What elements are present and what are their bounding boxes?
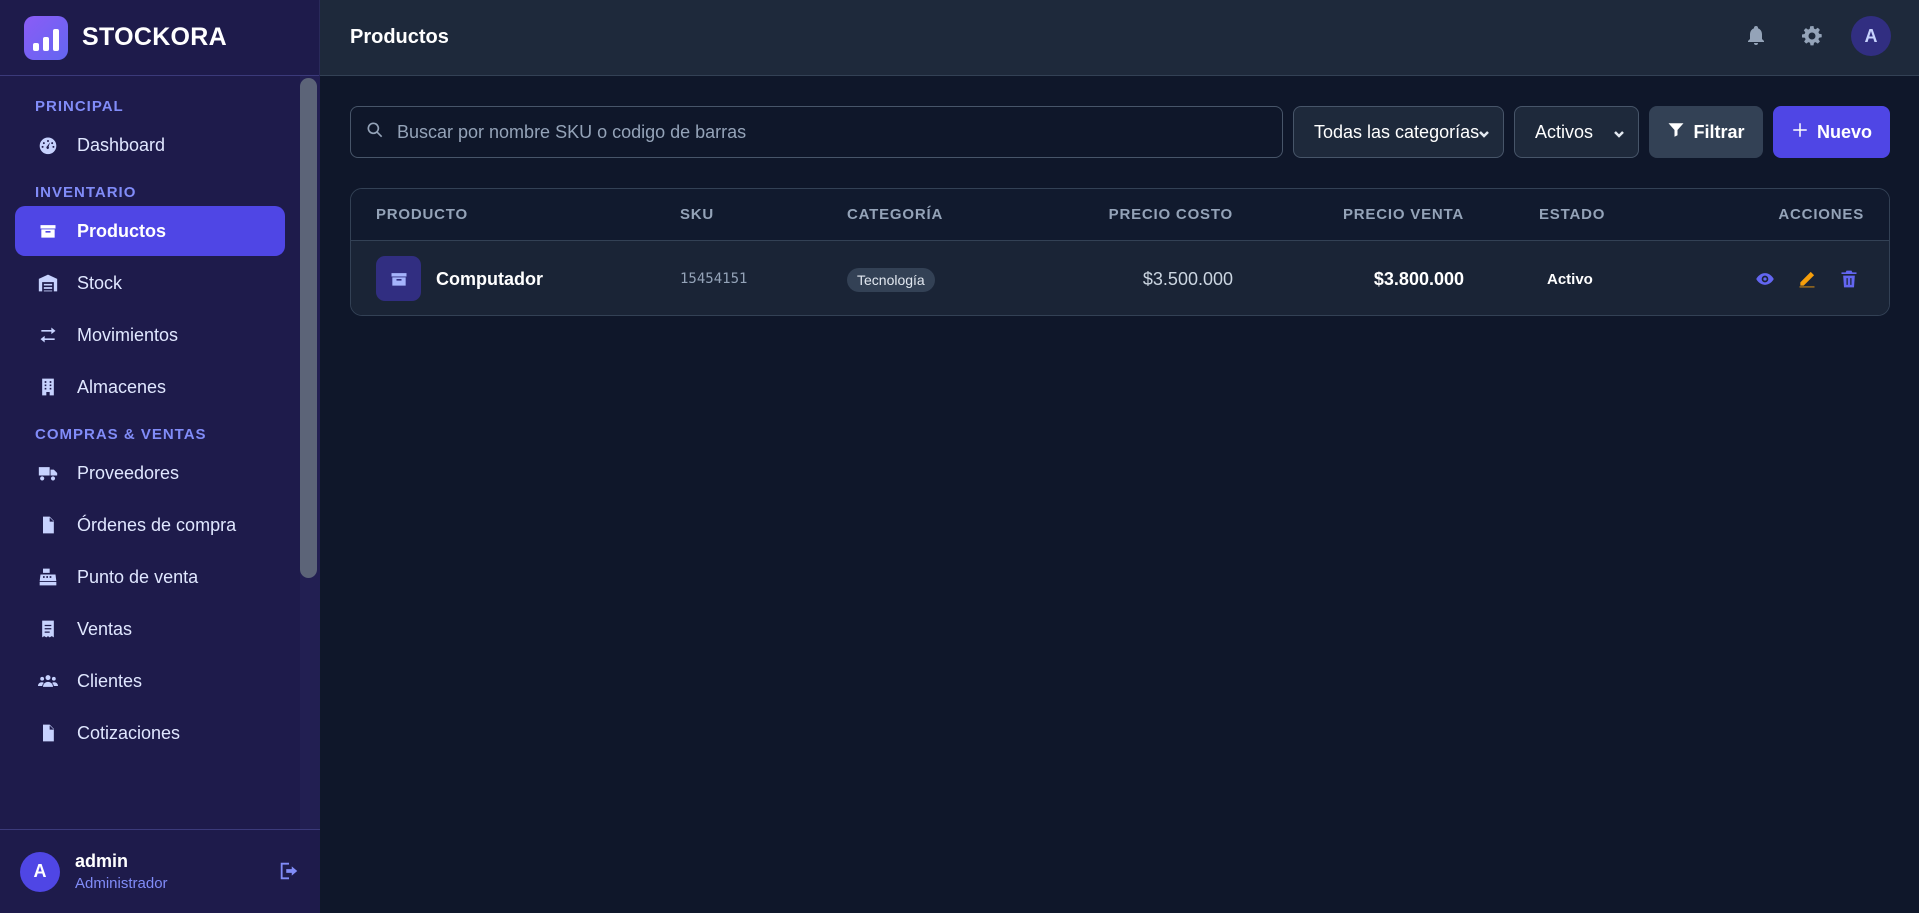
column-header-product[interactable]: PRODUCTO (376, 206, 468, 223)
status-select[interactable]: Activos (1514, 106, 1639, 158)
arrows-exchange-icon (37, 324, 59, 346)
chart-bars-icon (24, 15, 68, 60)
document-icon (37, 722, 59, 744)
new-product-button[interactable]: Nuevo (1773, 106, 1890, 158)
new-button-label: Nuevo (1816, 121, 1872, 142)
category-badge: Tecnología (847, 268, 935, 292)
user-info: admin Administrador (75, 851, 168, 892)
column-header-actions: ACCIONES (1778, 206, 1864, 223)
sidebar-item-label: Almacenes (77, 376, 167, 397)
search-input[interactable] (397, 121, 1277, 143)
sidebar: STOCKORA PRINCIPAL Dashboard INVENTARIO … (0, 0, 320, 913)
products-table: PRODUCTO SKU CATEGORÍA PRECIO COSTO PREC… (350, 188, 1890, 316)
column-header-state[interactable]: ESTADO (1539, 206, 1605, 223)
filter-button-label: Filtrar (1693, 121, 1745, 142)
row-actions (1753, 267, 1861, 291)
user-footer: A admin Administrador (0, 829, 320, 913)
product-sku: 15454151 (680, 271, 748, 287)
filter-toolbar: Todas las categorías Activos Filtrar Nue… (350, 106, 1890, 158)
page-title: Productos (350, 26, 449, 48)
sidebar-item-label: Ventas (77, 618, 133, 639)
user-role: Administrador (75, 875, 168, 892)
column-header-sku[interactable]: SKU (680, 206, 714, 223)
pencil-icon[interactable] (1795, 267, 1819, 291)
sidebar-item-cotizaciones[interactable]: Cotizaciones (15, 708, 285, 758)
section-label-inventario: INVENTARIO (35, 184, 137, 201)
logout-icon[interactable] (278, 860, 302, 884)
sidebar-nav: PRINCIPAL Dashboard INVENTARIO Productos… (0, 76, 300, 829)
product-name: Computador (436, 269, 543, 289)
box-icon (37, 220, 59, 242)
sidebar-item-movimientos[interactable]: Movimientos (15, 310, 285, 360)
category-select[interactable]: Todas las categorías (1293, 106, 1504, 158)
sidebar-item-proveedores[interactable]: Proveedores (15, 448, 285, 498)
avatar[interactable]: A (20, 851, 60, 892)
avatar[interactable]: A (1851, 16, 1891, 56)
sidebar-item-almacenes[interactable]: Almacenes (15, 362, 285, 412)
sidebar-item-clientes[interactable]: Clientes (15, 656, 285, 706)
sidebar-item-productos[interactable]: Productos (15, 206, 285, 256)
receipt-icon (37, 618, 59, 640)
brand-name: STOCKORA (82, 23, 228, 51)
box-icon (376, 256, 421, 301)
sidebar-item-label: Órdenes de compra (77, 514, 237, 535)
sidebar-item-punto-venta[interactable]: Punto de venta (15, 552, 285, 602)
cash-register-icon (37, 566, 59, 588)
section-label-principal: PRINCIPAL (35, 98, 124, 115)
building-icon (37, 376, 59, 398)
gauge-icon (37, 134, 59, 156)
status-select-value: Activos (1535, 121, 1594, 142)
trash-icon[interactable] (1837, 267, 1861, 291)
top-actions: A (1739, 16, 1891, 56)
sidebar-item-label: Productos (77, 220, 167, 241)
product-sale-price: $3.800.000 (1373, 269, 1464, 289)
sidebar-item-dashboard[interactable]: Dashboard (15, 120, 285, 170)
column-header-category[interactable]: CATEGORÍA (847, 206, 943, 223)
topbar: Productos A (320, 0, 1919, 76)
user-name: admin (75, 851, 129, 871)
gear-icon[interactable] (1795, 19, 1829, 53)
search-icon (365, 120, 385, 145)
product-cost: $3.500.000 (1142, 269, 1233, 289)
sidebar-item-label: Proveedores (77, 462, 180, 483)
sidebar-item-label: Clientes (77, 670, 143, 691)
sidebar-item-stock[interactable]: Stock (15, 258, 285, 308)
chevron-down-icon (1612, 125, 1626, 139)
search-box[interactable] (350, 106, 1283, 158)
sidebar-item-label: Cotizaciones (77, 722, 181, 743)
users-icon (37, 670, 59, 692)
plus-icon (1791, 121, 1809, 144)
warehouse-icon (37, 272, 59, 294)
file-icon (37, 514, 59, 536)
sidebar-item-ordenes-compra[interactable]: Órdenes de compra (15, 500, 285, 550)
eye-icon[interactable] (1753, 267, 1777, 291)
sidebar-item-label: Dashboard (77, 134, 166, 155)
truck-icon (37, 462, 59, 484)
bell-icon[interactable] (1739, 19, 1773, 53)
sidebar-item-label: Movimientos (77, 324, 179, 345)
table-row[interactable]: Computador 15454151 Tecnología $3.500.00… (351, 241, 1889, 315)
filter-button[interactable]: Filtrar (1649, 106, 1763, 158)
filter-icon (1667, 121, 1685, 144)
column-header-sale[interactable]: PRECIO VENTA (1343, 206, 1464, 223)
chevron-down-icon (1477, 125, 1491, 139)
sidebar-scrollbar-thumb[interactable] (300, 78, 317, 578)
sidebar-item-label: Punto de venta (77, 566, 199, 587)
section-label-compras-ventas: COMPRAS & VENTAS (35, 426, 207, 443)
brand[interactable]: STOCKORA (0, 0, 319, 76)
column-header-cost[interactable]: PRECIO COSTO (1109, 206, 1233, 223)
sidebar-item-label: Stock (77, 272, 123, 293)
sidebar-item-ventas[interactable]: Ventas (15, 604, 285, 654)
table-header: PRODUCTO SKU CATEGORÍA PRECIO COSTO PREC… (351, 189, 1889, 241)
category-select-value: Todas las categorías (1314, 121, 1480, 142)
status-badge: Activo (1547, 271, 1593, 288)
